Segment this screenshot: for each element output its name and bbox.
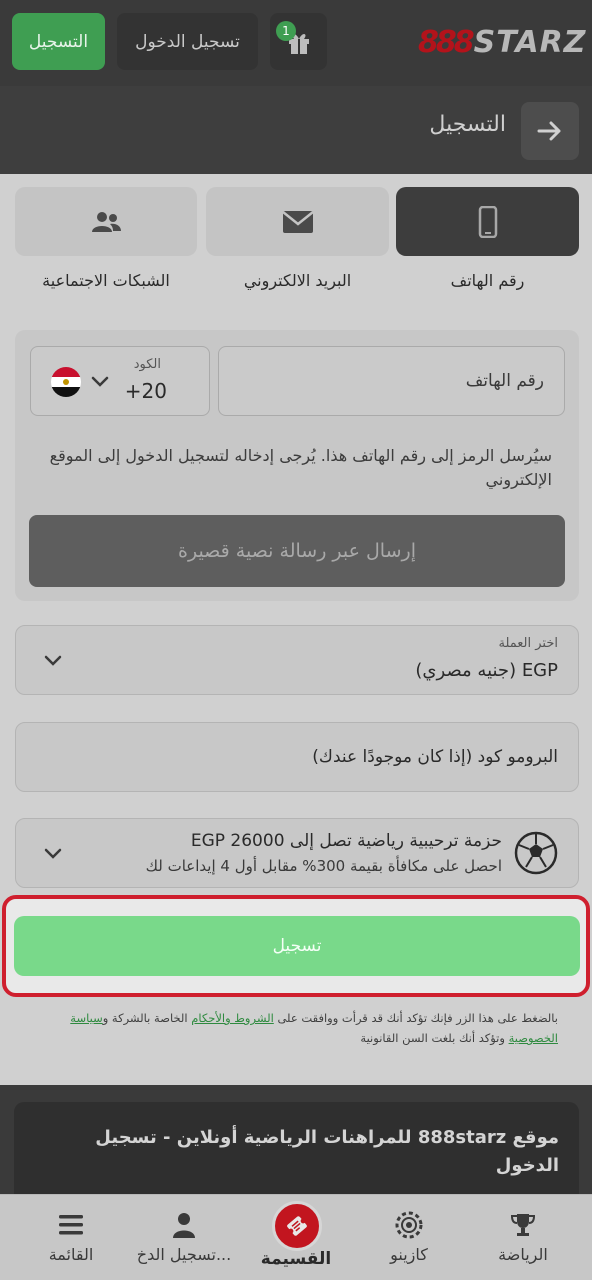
gift-button[interactable]: 1 — [270, 13, 327, 70]
currency-label: اختر العملة — [498, 636, 558, 651]
menu-icon — [59, 1215, 83, 1235]
terms-link[interactable]: الشروط والأحكام — [191, 1011, 274, 1025]
country-code-select[interactable]: الكود +20 — [30, 346, 210, 416]
gift-count-badge: 1 — [276, 21, 296, 41]
promo-code-placeholder: البرومو كود (إذا كان موجودًا عندك) — [312, 747, 558, 767]
ticket-icon — [287, 1216, 307, 1236]
nav-coupon[interactable]: القسيمة — [248, 1195, 344, 1280]
chevron-down-icon — [44, 848, 62, 859]
casino-chip-icon — [395, 1211, 423, 1239]
bonus-subtitle: احصل على مكافأة بقيمة 300% مقابل أول 4 إ… — [145, 857, 502, 875]
promo-code-input[interactable]: البرومو كود (إذا كان موجودًا عندك) — [15, 722, 579, 792]
tab-phone[interactable] — [396, 187, 579, 256]
back-button[interactable] — [521, 102, 579, 160]
terms-text: بالضغط على هذا الزر فإنك تؤكد أنك قد قرأ… — [30, 1008, 558, 1048]
tab-phone-label: رقم الهاتف — [450, 271, 525, 290]
phone-icon — [478, 205, 497, 238]
send-sms-button[interactable]: إرسال عبر رسالة نصية قصيرة — [29, 515, 565, 587]
logo-prefix: 888 — [418, 24, 475, 60]
sms-note-text: سيُرسل الرمز إلى رقم الهاتف هذا. يُرجى إ… — [49, 446, 552, 489]
page-title: التسجيل — [429, 112, 506, 137]
logo-text: STARZ — [473, 24, 587, 60]
terms-prefix: بالضغط على هذا الزر فإنك تؤكد أنك قد قرأ… — [277, 1011, 558, 1025]
terms-suffix: وتؤكد أنك بلغت السن القانونية — [360, 1031, 505, 1045]
terms-middle: الخاصة بالشركة و — [102, 1011, 188, 1025]
currency-value: EGP (جنيه مصري) — [415, 660, 558, 681]
register-button[interactable]: تسجيل — [14, 916, 580, 976]
soccer-ball-icon — [514, 831, 558, 875]
nav-login[interactable]: تسجيل الدخ... — [128, 1195, 240, 1280]
welcome-bonus-select[interactable]: حزمة ترحيبية رياضية تصل إلى EGP 26000 اح… — [15, 818, 579, 888]
user-icon — [173, 1213, 195, 1238]
tab-email[interactable] — [206, 187, 389, 256]
country-code-label: الكود — [133, 357, 161, 372]
tab-social[interactable] — [15, 187, 197, 256]
nav-sports[interactable]: الرياضة — [478, 1195, 568, 1280]
egypt-flag-icon — [51, 367, 81, 397]
brand-logo[interactable]: 888 STARZ — [418, 22, 585, 62]
currency-select[interactable]: اختر العملة EGP (جنيه مصري) — [15, 625, 579, 695]
nav-casino-label: كازينو — [390, 1245, 428, 1264]
register-top-button[interactable]: التسجيل — [12, 13, 105, 70]
tab-social-label: الشبكات الاجتماعية — [42, 271, 170, 290]
users-icon — [92, 211, 121, 232]
nav-coupon-label: القسيمة — [260, 1249, 332, 1269]
coupon-circle — [272, 1201, 322, 1251]
page-title-bar: التسجيل — [0, 86, 592, 174]
login-top-button[interactable]: تسجيل الدخول — [117, 13, 258, 70]
tab-email-label: البريد الالكتروني — [243, 271, 352, 290]
nav-menu-label: القائمة — [48, 1245, 94, 1264]
arrow-right-icon — [537, 121, 561, 141]
nav-casino[interactable]: كازينو — [364, 1195, 454, 1280]
chevron-down-icon — [44, 655, 62, 666]
bonus-title: حزمة ترحيبية رياضية تصل إلى EGP 26000 — [190, 831, 502, 851]
country-code-value: +20 — [124, 379, 167, 403]
seo-info-card[interactable]: موقع 888starz للمراهنات الرياضية أونلاين… — [14, 1102, 579, 1202]
envelope-icon — [281, 210, 314, 233]
phone-number-placeholder: رقم الهاتف — [465, 371, 544, 391]
nav-sports-label: الرياضة — [498, 1245, 548, 1264]
phone-number-input[interactable]: رقم الهاتف — [218, 346, 565, 416]
top-header: التسجيل تسجيل الدخول 1 888 STARZ — [0, 0, 592, 86]
nav-login-label: تسجيل الدخ... — [136, 1245, 232, 1264]
seo-info-title: موقع 888starz للمراهنات الرياضية أونلاين… — [95, 1127, 559, 1176]
bottom-navigation: الرياضة كازينو القسيمة تسجيل الدخ... الق… — [0, 1194, 592, 1280]
chevron-down-icon — [91, 376, 109, 387]
trophy-icon — [510, 1214, 536, 1236]
nav-menu[interactable]: القائمة — [28, 1195, 114, 1280]
